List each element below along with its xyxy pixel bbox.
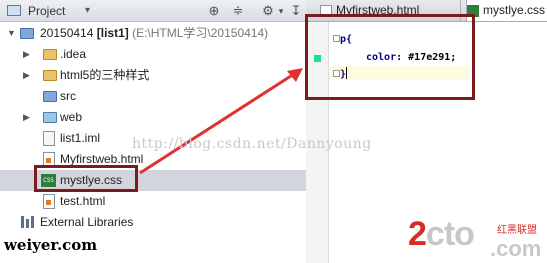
- logo-com: .com: [490, 236, 542, 261]
- logo-chinese: 红黑联盟: [497, 225, 537, 236]
- site-watermark: weiyer.com: [4, 236, 98, 254]
- blog-watermark: http://blog.csdn.net/Dannyoung: [132, 136, 372, 152]
- logo-watermark: 2cto: [408, 215, 475, 253]
